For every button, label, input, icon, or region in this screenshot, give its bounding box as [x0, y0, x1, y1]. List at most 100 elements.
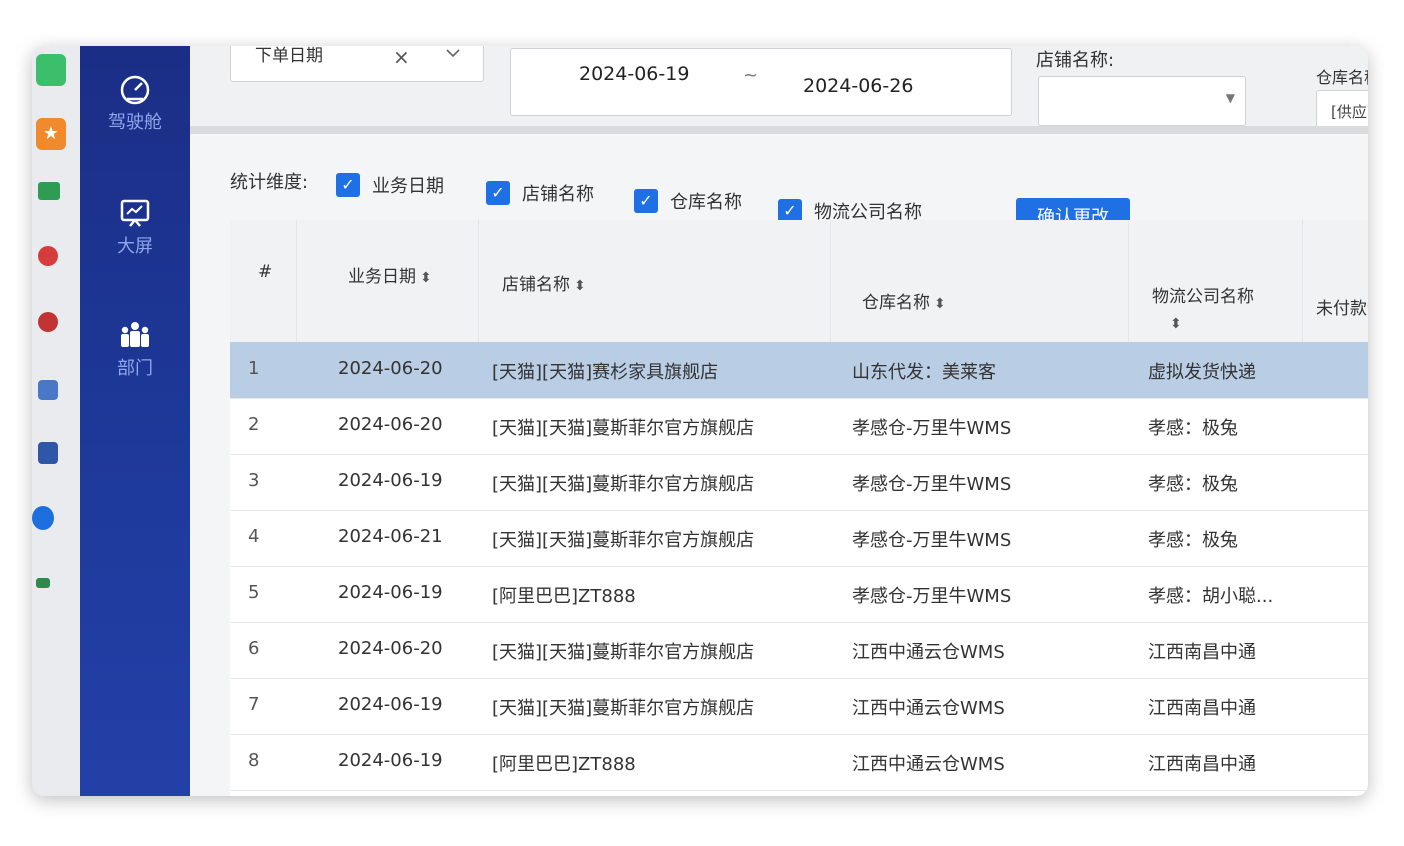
table-row[interactable]: 2 2024-06-20 [天猫][天猫]蔓斯菲尔官方旗舰店 孝感仓-万里牛WMS 孝感… — [230, 398, 1368, 455]
cell-business-date: 2024-06-20 — [338, 638, 443, 659]
column-header-store[interactable]: 店铺名称 ⬍ — [502, 270, 586, 295]
table-row[interactable]: 5 2024-06-19 [阿里巴巴]ZT888 孝感仓-万里牛WMS 孝感：胡小聪..… — [230, 566, 1368, 623]
cell-business-date: 2024-06-20 — [338, 414, 443, 435]
end-date[interactable]: 2024-06-26 — [803, 75, 913, 97]
app-green-chat-icon[interactable] — [36, 178, 66, 210]
sidebar-item-bigscreen[interactable]: 大屏 — [80, 196, 190, 258]
sort-icon[interactable]: ⬍ — [934, 296, 946, 312]
app-red-round-icon[interactable] — [36, 308, 66, 340]
warehouse-value: [供应商] — [1331, 103, 1368, 121]
cell-business-date: 2024-06-21 — [338, 526, 443, 547]
cell-index: 8 — [248, 750, 260, 771]
checkbox-store-name[interactable]: ✓ 店铺名称 — [486, 180, 594, 206]
checkbox-warehouse-name[interactable]: ✓ 仓库名称 — [634, 188, 742, 214]
dimension-options: 统计维度: ✓ 业务日期 ✓ 店铺名称 ✓ 仓库名称 ✓ 物流公司名称 确认更改 — [230, 168, 1368, 238]
checkmark-icon[interactable]: ✓ — [486, 181, 510, 205]
app-red-icon[interactable] — [36, 242, 66, 274]
header-label: 仓库名称 — [862, 293, 930, 313]
screen-frame: ★ 驾驶舱 大屏 部门 下单日期 × 2024-06-19 ~ 2024-06-… — [32, 46, 1368, 796]
cell-warehouse: 孝感仓-万里牛WMS — [852, 474, 1012, 495]
cell-business-date: 2024-06-20 — [338, 358, 443, 379]
app-navy-icon[interactable] — [36, 438, 66, 470]
cell-warehouse: 山东代发：美莱客 — [852, 362, 996, 383]
range-separator: ~ — [743, 65, 759, 86]
start-date[interactable]: 2024-06-19 — [579, 63, 689, 85]
cell-index: 3 — [248, 470, 260, 491]
cell-business-date: 2024-06-19 — [338, 470, 443, 491]
cell-warehouse: 孝感仓-万里牛WMS — [852, 418, 1012, 439]
column-divider — [1302, 220, 1303, 342]
cell-index: 6 — [248, 638, 260, 659]
column-header-warehouse[interactable]: 仓库名称 ⬍ — [862, 288, 946, 313]
column-header-business-date[interactable]: 业务日期 ⬍ — [348, 262, 432, 287]
cell-store: [天猫][天猫]蔓斯菲尔官方旗舰店 — [492, 530, 755, 551]
cell-warehouse: 孝感仓-万里牛WMS — [852, 530, 1012, 551]
filter-bar: 下单日期 × 2024-06-19 ~ 2024-06-26 店铺名称: ▼ 仓… — [190, 46, 1368, 132]
cell-store: [阿里巴巴]ZT888 — [492, 754, 636, 775]
cell-index: 1 — [248, 358, 260, 379]
sort-icon[interactable]: ⬍ — [574, 278, 586, 294]
column-divider — [830, 220, 831, 342]
cell-business-date: 2024-06-19 — [338, 750, 443, 771]
table-row[interactable]: 4 2024-06-21 [天猫][天猫]蔓斯菲尔官方旗舰店 孝感仓-万里牛WMS 孝感… — [230, 510, 1368, 567]
header-label: 店铺名称 — [502, 275, 570, 295]
cell-index: 5 — [248, 582, 260, 603]
data-table: # 业务日期⬍ 店铺名称⬍ 仓库名称⬍ 物流公司名称 ⬍ 未付款订 ⬍ 1202… — [230, 220, 1368, 796]
sidebar-item-label: 大屏 — [117, 236, 153, 257]
sidebar-item-department[interactable]: 部门 — [80, 318, 190, 380]
cell-logistics: 孝感：极兔 — [1148, 418, 1238, 439]
table-row[interactable]: 1 2024-06-20 [天猫][天猫]赛杉家具旗舰店 山东代发：美莱客 虚拟发货快递 — [230, 342, 1368, 399]
cell-logistics: 江西南昌中通 — [1148, 642, 1256, 663]
cell-business-date: 2024-06-19 — [338, 694, 443, 715]
table-row[interactable]: 6 2024-06-20 [天猫][天猫]蔓斯菲尔官方旗舰店 江西中通云仓WMS 江西南… — [230, 622, 1368, 679]
column-header-unpaid[interactable]: 未付款订 — [1316, 294, 1368, 319]
column-header-logistics[interactable]: 物流公司名称 — [1152, 282, 1254, 307]
cell-business-date: 2024-06-19 — [338, 582, 443, 603]
app-star-icon[interactable]: ★ — [36, 118, 66, 150]
checkbox-label: 店铺名称 — [522, 184, 594, 205]
checkbox-business-date[interactable]: ✓ 业务日期 — [336, 172, 444, 198]
cell-logistics: 江西南昌中通 — [1148, 698, 1256, 719]
cell-warehouse: 孝感仓-万里牛WMS — [852, 586, 1012, 607]
divider — [190, 126, 1368, 134]
sidebar-item-label: 部门 — [117, 358, 153, 379]
cell-store: [天猫][天猫]蔓斯菲尔官方旗舰店 — [492, 418, 755, 439]
table-row[interactable]: 8 2024-06-19 [阿里巴巴]ZT888 江西中通云仓WMS 江西南昌中通 — [230, 734, 1368, 791]
store-select[interactable]: ▼ — [1038, 76, 1246, 126]
warehouse-label: 仓库名称: — [1316, 68, 1368, 87]
cell-logistics: 孝感：极兔 — [1148, 474, 1238, 495]
table-row[interactable]: 3 2024-06-19 [天猫][天猫]蔓斯菲尔官方旗舰店 孝感仓-万里牛WMS 孝感… — [230, 454, 1368, 511]
dimension-title: 统计维度: — [230, 172, 309, 193]
cell-store: [阿里巴巴]ZT888 — [492, 586, 636, 607]
column-header-index: # — [258, 262, 273, 282]
sort-icon[interactable]: ⬍ — [420, 270, 432, 286]
cell-store: [天猫][天猫]蔓斯菲尔官方旗舰店 — [492, 698, 755, 719]
cell-store: [天猫][天猫]蔓斯菲尔官方旗舰店 — [492, 642, 755, 663]
presentation-screen-icon — [117, 196, 153, 230]
cell-warehouse: 江西中通云仓WMS — [852, 698, 1005, 719]
date-range-picker[interactable]: 2024-06-19 ~ 2024-06-26 — [510, 48, 1012, 116]
clear-icon[interactable]: × — [393, 46, 410, 69]
sort-icon[interactable]: ⬍ — [1170, 316, 1182, 332]
app-blue-icon[interactable] — [36, 374, 66, 406]
cell-index: 2 — [248, 414, 260, 435]
chevron-down-icon[interactable] — [443, 46, 463, 68]
date-type-select[interactable]: 下单日期 × — [230, 46, 484, 82]
app-green-small-icon[interactable] — [36, 572, 66, 604]
cell-store: [天猫][天猫]赛杉家具旗舰店 — [492, 362, 719, 383]
checkmark-icon[interactable]: ✓ — [634, 189, 658, 213]
cell-logistics: 虚拟发货快递 — [1148, 362, 1256, 383]
sidebar: 驾驶舱 大屏 部门 — [80, 46, 190, 796]
dashboard-gauge-icon — [117, 72, 153, 106]
app-green-icon[interactable] — [36, 54, 66, 86]
sidebar-item-label: 驾驶舱 — [108, 112, 162, 133]
sidebar-item-cockpit[interactable]: 驾驶舱 — [80, 72, 190, 134]
cell-logistics: 孝感：胡小聪... — [1148, 586, 1274, 607]
cell-logistics: 江西南昌中通 — [1148, 754, 1256, 775]
table-row[interactable]: 7 2024-06-19 [天猫][天猫]蔓斯菲尔官方旗舰店 江西中通云仓WMS 江西南… — [230, 678, 1368, 735]
app-blue-circle-icon[interactable] — [32, 502, 66, 534]
checkmark-icon[interactable]: ✓ — [336, 173, 360, 197]
cell-index: 4 — [248, 526, 260, 547]
column-divider — [1128, 220, 1129, 342]
app-dock: ★ — [32, 46, 80, 796]
